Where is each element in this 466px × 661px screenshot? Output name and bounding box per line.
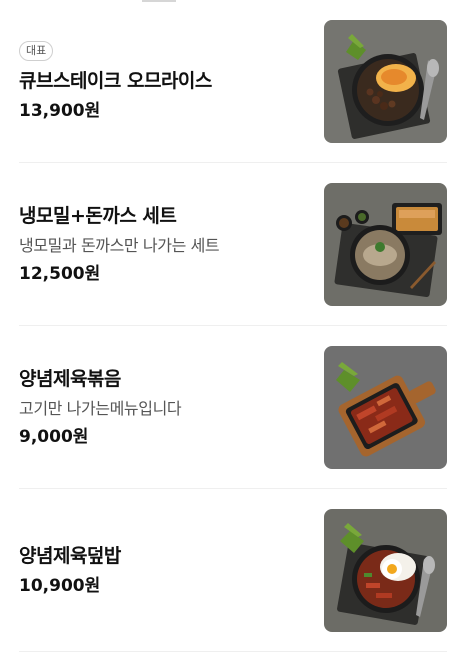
menu-item-price: 9,000원 [19, 427, 89, 447]
menu-item-description: 고기만 나가는메뉴입니다 [19, 399, 182, 418]
menu-item-price: 13,900원 [19, 100, 101, 121]
menu-item-name: 큐브스테이크 오므라이스 [19, 69, 212, 92]
menu-item-info: 양념제육볶음 고기만 나가는메뉴입니다 9,000원 [19, 326, 309, 488]
menu-item-photo[interactable] [324, 20, 447, 143]
menu-item-cold-soba-set[interactable]: 냉모밀+돈까스 세트 냉모밀과 돈까스만 나가는 세트 12,500원 [19, 163, 447, 326]
menu-list: 대표 큐브스테이크 오므라이스 13,900원 냉모밀+돈까스 세트 냉모밀과 … [0, 0, 466, 652]
menu-item-name: 냉모밀+돈까스 세트 [19, 205, 177, 227]
menu-item-name: 양념제육볶음 [19, 368, 121, 390]
menu-item-price: 12,500원 [19, 264, 101, 284]
menu-item-price: 10,900원 [19, 576, 101, 596]
menu-item-name: 양념제육덮밥 [19, 545, 121, 567]
menu-item-info: 양념제육덮밥 10,900원 [19, 489, 309, 651]
menu-item-info: 냉모밀+돈까스 세트 냉모밀과 돈까스만 나가는 세트 12,500원 [19, 163, 309, 325]
menu-item-spicy-stir-fried-pork[interactable]: 양념제육볶음 고기만 나가는메뉴입니다 9,000원 [19, 326, 447, 489]
menu-item-cube-steak-omurice[interactable]: 대표 큐브스테이크 오므라이스 13,900원 [19, 0, 447, 163]
menu-item-info: 대표 큐브스테이크 오므라이스 13,900원 [19, 0, 309, 162]
menu-item-photo[interactable] [324, 183, 447, 306]
menu-item-photo[interactable] [324, 346, 447, 469]
signature-badge: 대표 [19, 40, 54, 61]
menu-item-spicy-pork-rice-bowl[interactable]: 양념제육덮밥 10,900원 [19, 489, 447, 652]
menu-item-photo[interactable] [324, 509, 447, 632]
menu-item-description: 냉모밀과 돈까스만 나가는 세트 [19, 236, 220, 255]
